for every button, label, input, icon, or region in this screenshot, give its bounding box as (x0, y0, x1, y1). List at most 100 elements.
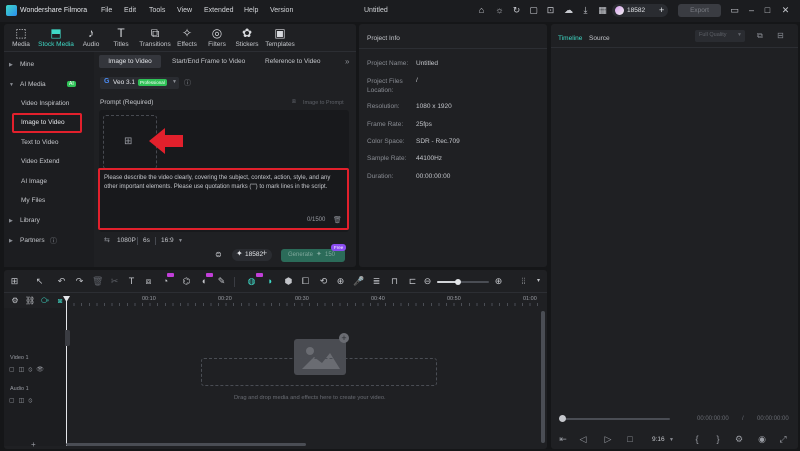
zoom-in-icon[interactable]: ⊕ (493, 276, 504, 287)
sidebar-item-my-files[interactable]: My Files (21, 197, 45, 204)
audio-track-icons[interactable]: ▢◫⦸ (9, 397, 36, 405)
sidebar-item-ai-image[interactable]: AI Image (21, 178, 47, 185)
undo-icon[interactable]: ↶ (56, 276, 67, 287)
prev-frame-icon[interactable]: ⇤ (557, 434, 569, 445)
tab-reference-to-video[interactable]: Reference to Video (265, 58, 321, 65)
step-back-icon[interactable]: ◁ (577, 434, 589, 445)
transform-icon[interactable]: ⟲ (318, 276, 329, 287)
sidebar-item-text-to-video[interactable]: Text to Video (21, 139, 58, 146)
image-to-prompt-button[interactable]: Image to Prompt (303, 100, 344, 106)
mark-in-icon[interactable]: { (691, 434, 703, 444)
plus-icon[interactable]: + (262, 248, 267, 258)
grid-icon[interactable]: ▦ (597, 5, 608, 16)
preview-scrubber[interactable] (562, 418, 670, 420)
settings-icon[interactable]: ⚙ (733, 434, 745, 445)
tab-image-to-video[interactable]: Image to Video (99, 55, 161, 68)
track-settings-icon[interactable]: ⚙ (10, 296, 20, 306)
tab-templates[interactable]: ▣ Templates (263, 27, 297, 49)
magnet-icon[interactable]: ⧂ (40, 296, 50, 306)
maximize-icon[interactable]: □ (762, 5, 773, 16)
tab-audio[interactable]: ♪ Audio (76, 27, 106, 49)
image-icon[interactable]: ⧠ (300, 276, 311, 287)
tab-titles[interactable]: T Titles (106, 27, 136, 49)
minimize-icon[interactable]: – (746, 5, 757, 16)
snap-icon[interactable]: ⊓ (389, 276, 400, 287)
marker-icon[interactable]: ⬢ (283, 276, 294, 287)
export-button[interactable]: Export (678, 4, 721, 17)
duration-value[interactable]: 6s (143, 237, 150, 244)
left-edge-handle[interactable] (65, 330, 70, 346)
add-media-icon[interactable]: + (339, 333, 349, 343)
speed-icon[interactable]: ◔ (160, 276, 171, 287)
track-layout-icon[interactable]: ⦙⦙ (518, 276, 529, 287)
quality-select[interactable]: Full Quality ▼ (695, 30, 745, 42)
zoom-handle[interactable] (455, 279, 461, 285)
model-select[interactable]: G Veo 3.1 Professional ▼ (100, 77, 179, 89)
tab-start-end-frame[interactable]: Start/End Frame to Video (172, 58, 245, 65)
sidebar-item-video-extend[interactable]: Video Extend (21, 158, 60, 165)
subtitle-icon[interactable]: ≣ (371, 276, 382, 287)
tab-effects[interactable]: ✧ Effects (172, 27, 202, 49)
more-icon[interactable]: ▾ (533, 276, 544, 287)
split-icon[interactable]: ✂ (109, 276, 120, 287)
timeline-vertical-scrollbar[interactable] (541, 311, 545, 443)
sidebar-item-ai-media[interactable]: AI Media (20, 81, 46, 88)
scrub-handle[interactable] (559, 415, 566, 422)
stop-icon[interactable]: □ (624, 434, 636, 444)
menu-version[interactable]: Version (270, 7, 293, 14)
pen-icon[interactable]: ✎ (216, 276, 227, 287)
sun-icon[interactable]: ☼ (494, 5, 505, 16)
tab-filters[interactable]: ◎ Filters (202, 27, 232, 49)
cart-icon[interactable]: ⊡ (545, 5, 556, 16)
sidebar-item-partners[interactable]: Partners (20, 237, 45, 244)
tab-source-preview[interactable]: Source (589, 35, 610, 42)
layout-grid-icon[interactable]: ⊟ (777, 31, 784, 40)
mic-icon[interactable]: 🎤 (353, 276, 364, 287)
menu-help[interactable]: Help (244, 7, 258, 14)
beat-icon[interactable]: ⊏ (407, 276, 418, 287)
camera-icon[interactable]: ◉ (756, 434, 768, 445)
refresh-icon[interactable]: ↻ (511, 5, 522, 16)
select-tool-icon[interactable]: ↖ (34, 276, 45, 287)
preview-ratio[interactable]: 9:16 (652, 436, 665, 443)
menu-file[interactable]: File (101, 7, 112, 14)
timeline-horizontal-scrollbar[interactable] (66, 443, 306, 446)
playhead[interactable] (66, 296, 67, 446)
layout-icon[interactable]: ⊞ (9, 276, 20, 287)
tab-stickers[interactable]: ✿ Stickers (232, 27, 262, 49)
ratio-value[interactable]: 16:9 (161, 237, 174, 244)
menu-extended[interactable]: Extended (204, 7, 234, 14)
gift-icon[interactable]: ⌂ (476, 5, 487, 16)
text-tool-icon[interactable]: T (126, 276, 137, 287)
play-icon[interactable]: ▷ (602, 434, 614, 445)
add-track-icon[interactable]: + (31, 440, 36, 449)
snapshot-icon[interactable]: ⧉ (757, 31, 763, 41)
sidebar-item-image-to-video[interactable]: Image to Video (21, 119, 65, 126)
cloud-icon[interactable]: ☁ (563, 5, 574, 16)
adjust-icon[interactable]: ⊕ (335, 276, 346, 287)
mark-out-icon[interactable]: } (712, 434, 724, 444)
ai-audio-icon[interactable]: ◑ (264, 276, 275, 287)
sidebar-item-video-inspiration[interactable]: Video Inspiration (21, 100, 69, 107)
help-icon[interactable]: ⓘ (50, 236, 57, 246)
menu-tools[interactable]: Tools (149, 7, 165, 14)
video-track-icons[interactable]: ▢◫⦸👁 (9, 366, 48, 374)
menu-view[interactable]: View (177, 7, 192, 14)
ai-sticker-icon[interactable]: ◍ (246, 276, 257, 287)
tab-timeline-preview[interactable]: Timeline (558, 35, 582, 42)
resolution-value[interactable]: 1080P (117, 237, 136, 244)
ai-tool-icon[interactable]: ⌬ (181, 276, 192, 287)
trash-icon[interactable]: 🗑 (333, 216, 342, 224)
delete-icon[interactable]: 🗑 (92, 276, 103, 287)
menu-edit[interactable]: Edit (124, 7, 136, 14)
sidebar-item-mine[interactable]: Mine (20, 61, 34, 68)
tab-transitions[interactable]: ⧉ Transitions (137, 27, 173, 49)
prompt-input[interactable]: Please describe the video clearly, cover… (104, 174, 344, 192)
fullscreen-icon[interactable]: ⤢ (777, 434, 789, 445)
zoom-out-icon[interactable]: ⊖ (422, 276, 433, 287)
link-icon[interactable]: ⛓ (25, 296, 35, 306)
drop-zone[interactable] (201, 358, 437, 386)
tab-stock-media[interactable]: ⬒ Stock Media (37, 27, 75, 49)
mask-icon[interactable]: ◐ (199, 276, 210, 287)
layout-icon[interactable]: ▭ (729, 5, 740, 16)
